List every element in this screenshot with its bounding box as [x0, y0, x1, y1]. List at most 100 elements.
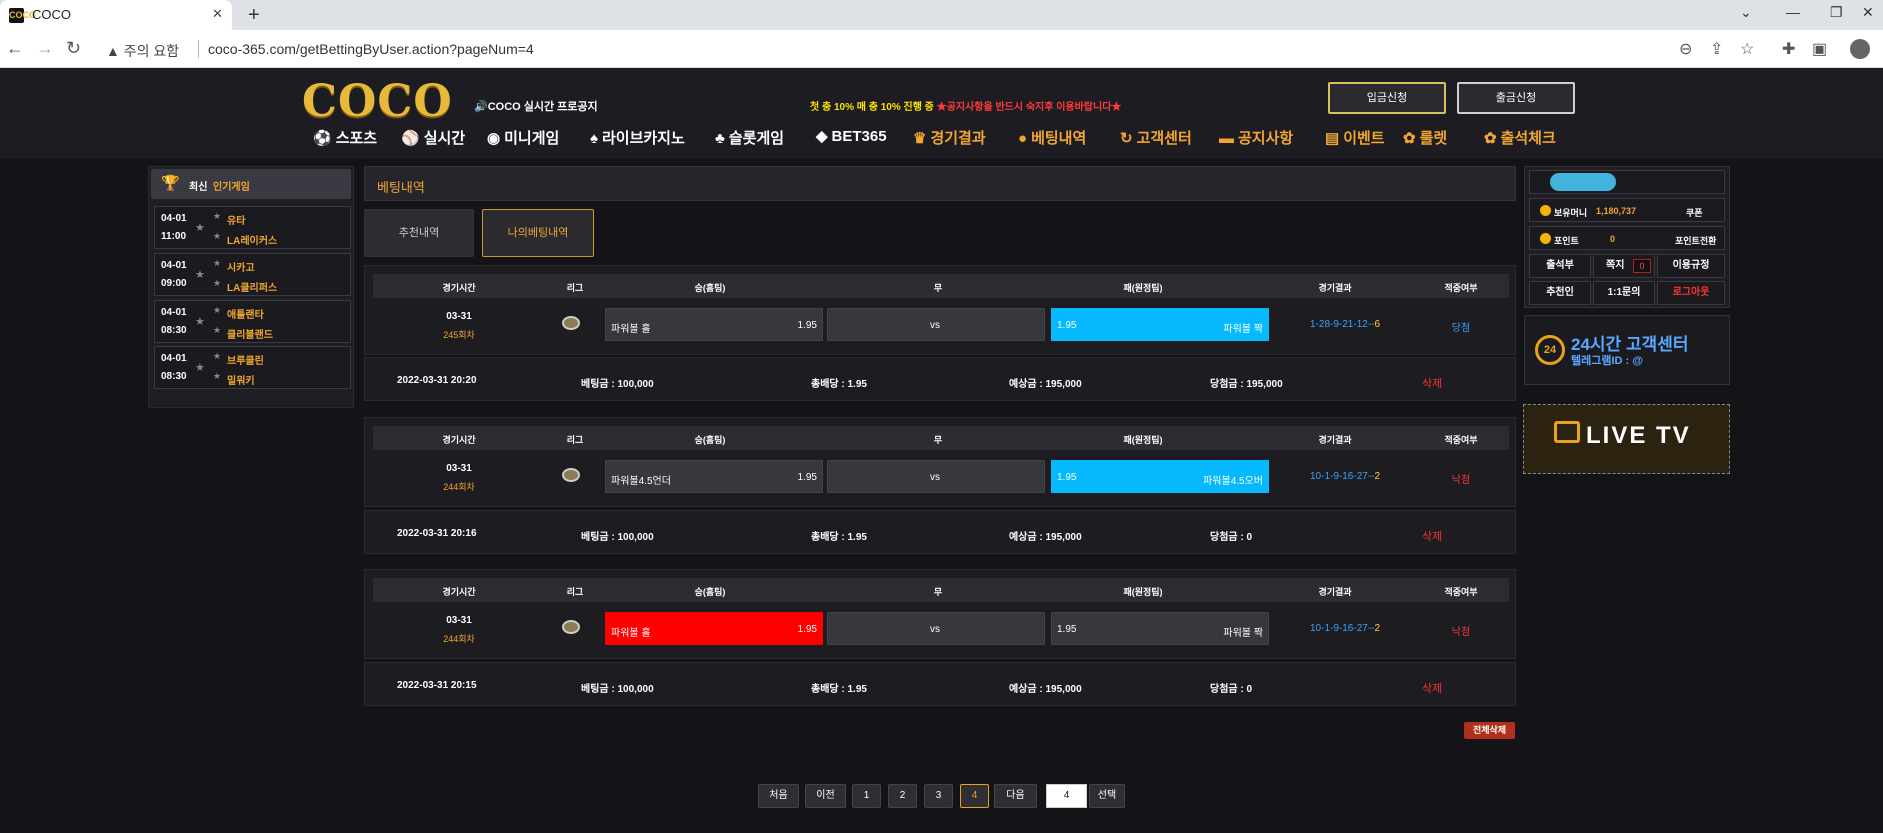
game-time: 08:30: [161, 371, 187, 382]
page-first-button[interactable]: 처음: [758, 784, 799, 808]
withdraw-button[interactable]: 출금신청: [1457, 82, 1575, 114]
page-next-button[interactable]: 다음: [994, 784, 1037, 808]
menu-item-icon: ✿: [1403, 130, 1416, 147]
game-item[interactable]: 04-01 11:00 ★ ★ ★ 유타 LA레이커스: [154, 206, 351, 249]
browser-tab-bar: COCO COCO ✕ + ⌄ — ❐ ✕: [0, 0, 1883, 30]
minimize-icon[interactable]: —: [1786, 4, 1800, 20]
menu-item-0[interactable]: ⚽ 스포츠: [313, 127, 377, 148]
draw-label: vs: [930, 624, 940, 635]
new-tab-icon[interactable]: +: [248, 4, 260, 27]
referrer-button[interactable]: 추천인: [1529, 281, 1591, 305]
column-header: 무: [933, 283, 943, 293]
column-header: 승(홈팀): [694, 283, 726, 293]
basketball-icon: ★: [195, 316, 205, 328]
menu-item-4[interactable]: ♣ 슬롯게임: [715, 127, 784, 148]
column-header: 승(홈팀): [694, 435, 726, 445]
customer-center-banner[interactable]: 24 24시간 고객센터 텔레그램ID : @: [1524, 315, 1730, 385]
result-sum: 2: [1374, 471, 1381, 482]
menu-item-6[interactable]: ♛ 경기결과: [913, 127, 986, 148]
logout-button[interactable]: 로그아웃: [1657, 281, 1725, 305]
match-date: 03-31: [446, 311, 472, 322]
away-pick-name: 파워볼 짝: [1223, 324, 1263, 335]
away-pick-button[interactable]: 1.95 파워볼 짝: [1051, 612, 1269, 645]
draw-pick-button[interactable]: vs: [827, 612, 1045, 645]
delete-bet-button[interactable]: 삭제: [1422, 528, 1442, 544]
bookmark-star-icon[interactable]: ☆: [1740, 39, 1754, 59]
menu-item-1[interactable]: ⚾ 실시간: [401, 127, 465, 148]
menu-item-3[interactable]: ♠ 라이브카지노: [590, 127, 685, 148]
game-item[interactable]: 04-01 08:30 ★ ★ ★ 브루클린 밀워키: [154, 346, 351, 389]
point-convert-link[interactable]: 포인트전환: [1675, 234, 1716, 247]
share-icon[interactable]: ⇪: [1710, 39, 1723, 59]
menu-item-7[interactable]: ● 베팅내역: [1018, 127, 1086, 148]
game-time: 11:00: [161, 231, 187, 242]
close-tab-icon[interactable]: ✕: [212, 6, 223, 22]
side-panel-icon[interactable]: ▣: [1812, 39, 1827, 59]
total-odds: 총배당 : 1.95: [811, 379, 867, 390]
tab-recommend-history[interactable]: 추천내역: [364, 209, 474, 257]
warning-icon: ▲: [106, 43, 120, 59]
home-pick-button[interactable]: 파워볼4.5언더 1.95: [605, 460, 823, 493]
attendance-button[interactable]: 출석부: [1529, 254, 1591, 278]
team-icon: ★: [213, 351, 222, 361]
page-number-button[interactable]: 1: [852, 784, 881, 808]
page-jump-input[interactable]: 4: [1046, 784, 1087, 808]
draw-pick-button[interactable]: vs: [827, 460, 1045, 493]
back-icon[interactable]: ←: [6, 38, 24, 59]
deposit-button[interactable]: 입금신청: [1328, 82, 1446, 114]
away-pick-button[interactable]: 1.95 파워볼4.5오버: [1051, 460, 1269, 493]
inquiry-button[interactable]: 1:1문의: [1593, 281, 1655, 305]
delete-bet-button[interactable]: 삭제: [1422, 680, 1442, 696]
menu-item-10[interactable]: ▤ 이벤트: [1325, 127, 1385, 148]
team-icon: ★: [213, 325, 222, 335]
home-pick-button[interactable]: 파워볼 홀 1.95: [605, 308, 823, 341]
menu-item-5[interactable]: ◆ BET365: [816, 127, 887, 145]
column-header: 무: [933, 587, 943, 597]
column-header: 적중여부: [1444, 587, 1478, 597]
page-number-button[interactable]: 2: [888, 784, 917, 808]
menu-item-label: 베팅내역: [1031, 130, 1087, 147]
result-sum: 6: [1374, 319, 1381, 330]
account-panel: 보유머니 1,180,737 쿠폰 포인트 0 포인트전환 출석부 쪽지 0 이…: [1524, 166, 1730, 308]
page-number-button[interactable]: 3: [924, 784, 953, 808]
home-pick-name: 파워볼4.5언더: [611, 476, 671, 487]
tab-my-betting-history[interactable]: 나의베팅내역: [482, 209, 594, 257]
draw-label: vs: [930, 320, 940, 331]
delete-all-button[interactable]: 전체삭제: [1464, 722, 1515, 739]
profile-avatar[interactable]: [1850, 39, 1870, 59]
security-warning[interactable]: ▲ 주의 요함: [106, 41, 179, 61]
game-item[interactable]: 04-01 09:00 ★ ★ ★ 시카고 LA클리퍼스: [154, 253, 351, 296]
page-prev-button[interactable]: 이전: [805, 784, 846, 808]
menu-item-2[interactable]: ◉ 미니게임: [487, 127, 559, 148]
away-pick-button[interactable]: 1.95 파워볼 짝: [1051, 308, 1269, 341]
chevron-down-icon[interactable]: ⌄: [1740, 4, 1752, 21]
forward-icon[interactable]: →: [36, 38, 54, 59]
menu-item-11[interactable]: ✿ 룰렛: [1403, 127, 1447, 148]
rules-button[interactable]: 이용규정: [1657, 254, 1725, 278]
page-number-button[interactable]: 4: [960, 784, 989, 808]
away-pick-name: 파워볼 짝: [1223, 628, 1263, 639]
restore-icon[interactable]: ❐: [1830, 4, 1843, 21]
url-field[interactable]: coco-365.com/getBettingByUser.action?pag…: [208, 41, 534, 57]
menu-item-12[interactable]: ✿ 출석체크: [1484, 127, 1556, 148]
close-window-icon[interactable]: ✕: [1862, 4, 1874, 21]
browser-tab[interactable]: COCO COCO ✕: [0, 0, 232, 30]
column-header: 리그: [566, 435, 584, 445]
zoom-icon[interactable]: ⊖: [1679, 39, 1692, 59]
promo-yellow: 첫 충 10% 매 충 10% 진행 중: [810, 102, 934, 113]
reload-icon[interactable]: ↻: [66, 38, 81, 59]
menu-item-8[interactable]: ↻ 고객센터: [1120, 127, 1192, 148]
menu-item-9[interactable]: ▬ 공지사항: [1219, 127, 1293, 148]
draw-pick-button[interactable]: vs: [827, 308, 1045, 341]
game-item[interactable]: 04-01 08:30 ★ ★ ★ 애틀랜타 클리블랜드: [154, 300, 351, 343]
site-logo[interactable]: COCO: [302, 76, 453, 127]
menu-item-label: 실시간: [423, 130, 466, 147]
live-tv-banner[interactable]: LIVE TV: [1523, 404, 1730, 474]
home-pick-button[interactable]: 파워볼 홀 1.95: [605, 612, 823, 645]
column-header: 패(원정팀): [1123, 283, 1163, 293]
extensions-icon[interactable]: ✚: [1782, 39, 1795, 59]
delete-bet-button[interactable]: 삭제: [1422, 375, 1442, 391]
coupon-link[interactable]: 쿠폰: [1686, 206, 1703, 219]
page-go-button[interactable]: 선택: [1089, 784, 1125, 808]
basketball-icon: ★: [195, 362, 205, 374]
